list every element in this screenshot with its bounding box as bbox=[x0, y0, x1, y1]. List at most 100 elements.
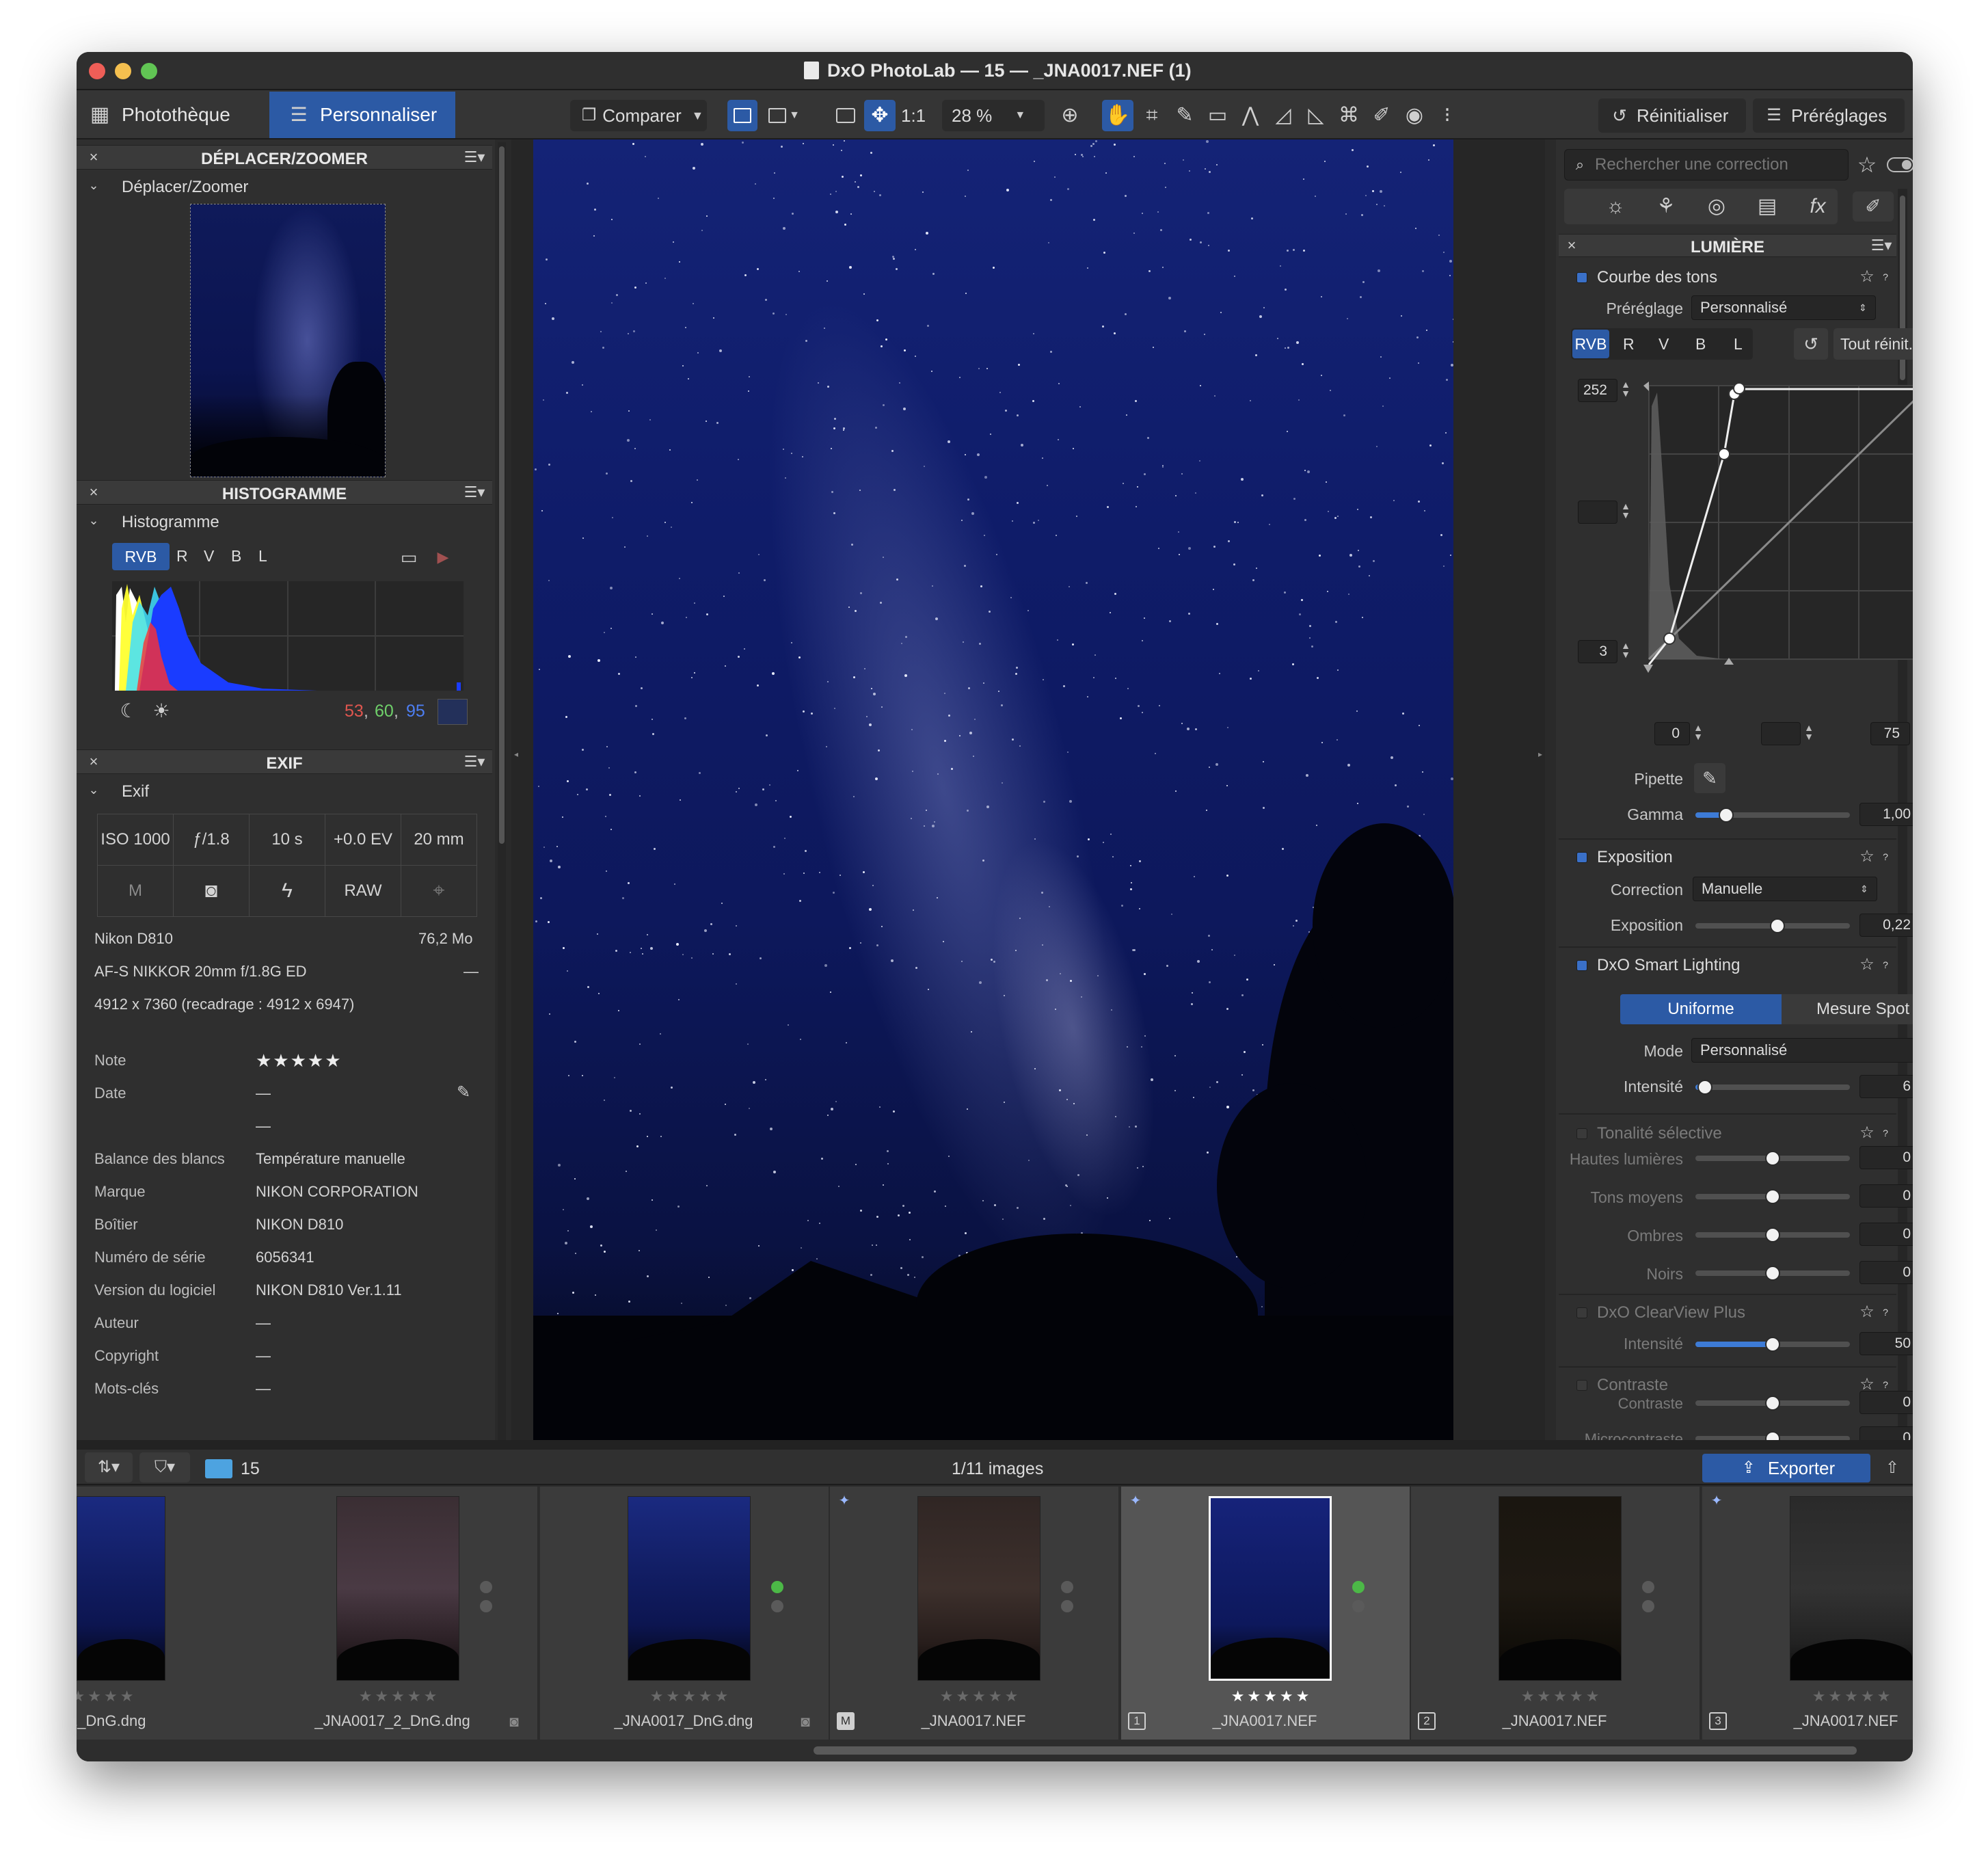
rating-stars[interactable]: ★★★★★ bbox=[256, 1050, 342, 1071]
uniform-mode-button[interactable]: Uniforme bbox=[1620, 994, 1782, 1024]
right-panel-collapse-handle[interactable]: ▸ bbox=[1538, 749, 1544, 760]
mask-icon[interactable]: ◺ bbox=[1300, 100, 1332, 131]
tone-input-left[interactable]: 0 bbox=[1654, 722, 1690, 745]
left-panel-collapse-handle[interactable]: ◂ bbox=[514, 749, 520, 760]
tone-input-mid[interactable] bbox=[1761, 722, 1801, 745]
pipette-icon[interactable]: ✎ bbox=[1694, 763, 1725, 793]
zoom-in-icon[interactable]: ⊕ bbox=[1054, 100, 1086, 131]
help-icon[interactable]: ? bbox=[1879, 1374, 1892, 1395]
intensity-slider[interactable] bbox=[1695, 1084, 1850, 1090]
histogram-channel-v[interactable]: V bbox=[204, 547, 214, 565]
filmstrip-item[interactable]: ✦ ★★★★★ 1 _JNA0017.NEF bbox=[1121, 1487, 1411, 1740]
selective-tone-value[interactable]: 0 bbox=[1859, 1261, 1913, 1284]
minimize-window-button[interactable] bbox=[115, 63, 131, 79]
transform-icon[interactable]: ⌘ bbox=[1333, 100, 1365, 131]
chevron-down-icon[interactable]: ⌄ bbox=[83, 780, 104, 800]
menu-icon[interactable]: ☰▾ bbox=[1866, 234, 1896, 257]
star-outline-icon[interactable]: ☆ bbox=[1857, 1302, 1877, 1322]
selective-tone-slider-knob[interactable] bbox=[1765, 1227, 1780, 1242]
reset-button[interactable]: ↺ Réinitialiser bbox=[1598, 98, 1746, 133]
tone-channel-r[interactable]: R bbox=[1623, 335, 1635, 354]
clearview-title[interactable]: DxO ClearView Plus bbox=[1597, 1303, 1745, 1322]
local-adjust-icon[interactable]: ◿ bbox=[1267, 100, 1299, 131]
filmstrip-rating[interactable]: ★★★★★ bbox=[1771, 1688, 1913, 1705]
menu-icon[interactable]: ☰▾ bbox=[459, 749, 489, 774]
gamma-value[interactable]: 1,00 bbox=[1859, 803, 1913, 826]
selective-tone-checkbox[interactable] bbox=[1576, 1128, 1587, 1139]
left-scrollbar[interactable] bbox=[498, 142, 506, 1441]
filmstrip-thumbnail[interactable] bbox=[1499, 1496, 1622, 1681]
intensity-slider-knob[interactable] bbox=[1697, 1080, 1712, 1095]
filmstrip-rating[interactable]: ★★★★★ bbox=[317, 1688, 481, 1705]
compare-button[interactable]: ❐ Comparer ▼ bbox=[570, 100, 707, 131]
tone-curve-checkbox[interactable] bbox=[1576, 272, 1587, 283]
histogram-channel-rvb[interactable]: RVB bbox=[112, 543, 170, 570]
move-tool-icon[interactable]: ✥ bbox=[864, 100, 896, 131]
exposure-slider-knob[interactable] bbox=[1770, 918, 1785, 933]
help-icon[interactable]: ? bbox=[1879, 267, 1892, 287]
filmstrip-thumbnail[interactable] bbox=[628, 1496, 751, 1681]
dotted-frame-icon[interactable]: ⁝ bbox=[1432, 100, 1463, 131]
filmstrip-item[interactable]: ★★★★★ ◙ _JNA0017_DnG.dng bbox=[540, 1487, 830, 1740]
share-icon[interactable]: ⇧ bbox=[1879, 1454, 1906, 1482]
crop-icon[interactable]: ⌗ bbox=[1136, 100, 1168, 131]
selective-tone-value[interactable]: 0 bbox=[1859, 1223, 1913, 1246]
fit-view-button[interactable] bbox=[830, 100, 861, 131]
toggle-icon[interactable] bbox=[1887, 157, 1913, 172]
mode-select[interactable]: Personnalisé⇕ bbox=[1691, 1038, 1913, 1063]
sort-icon[interactable]: ⇅▾ bbox=[85, 1452, 133, 1482]
star-outline-icon[interactable]: ☆ bbox=[1850, 149, 1884, 181]
smart-lighting-title[interactable]: DxO Smart Lighting bbox=[1597, 956, 1740, 975]
star-outline-icon[interactable]: ☆ bbox=[1857, 1123, 1877, 1143]
effects-palette-icon[interactable]: fx bbox=[1802, 191, 1833, 222]
selective-tone-value[interactable]: 0 bbox=[1859, 1146, 1913, 1169]
menu-icon[interactable]: ☰▾ bbox=[459, 480, 489, 505]
pencil-icon[interactable]: ✎ bbox=[451, 1080, 476, 1105]
tone-channel-v[interactable]: V bbox=[1658, 335, 1669, 354]
single-view-button[interactable] bbox=[727, 100, 757, 131]
main-photo[interactable] bbox=[533, 139, 1453, 1440]
help-icon[interactable]: ? bbox=[1879, 847, 1892, 867]
tab-customize[interactable]: ☰ Personnaliser bbox=[269, 92, 455, 138]
stepper-icon[interactable]: ▲ ▼ bbox=[1620, 501, 1631, 520]
monitor-icon[interactable]: ▭ bbox=[395, 544, 422, 570]
clearview-slider-knob[interactable] bbox=[1765, 1337, 1780, 1352]
filter-icon[interactable]: ⛉▾ bbox=[139, 1452, 190, 1482]
stepper-icon[interactable]: ▲ ▼ bbox=[1620, 380, 1631, 398]
smart-lighting-checkbox[interactable] bbox=[1576, 960, 1587, 971]
filmstrip-thumbnail[interactable] bbox=[1209, 1496, 1332, 1681]
sun-icon[interactable]: ☀ bbox=[148, 697, 175, 725]
tone-channel-b[interactable]: B bbox=[1695, 335, 1706, 354]
folder-name[interactable]: 15 bbox=[241, 1459, 260, 1479]
tone-input-right[interactable]: 75 bbox=[1870, 722, 1910, 745]
navigator-thumbnail[interactable] bbox=[190, 204, 386, 477]
clearview-checkbox[interactable] bbox=[1576, 1307, 1587, 1318]
split-view-button[interactable]: ▼ bbox=[762, 100, 809, 131]
horizon-icon[interactable]: ▭ bbox=[1202, 100, 1233, 131]
histogram-channel-r[interactable]: R bbox=[176, 547, 188, 565]
stepper-icon[interactable]: ▲ ▼ bbox=[1693, 723, 1704, 741]
star-outline-icon[interactable]: ☆ bbox=[1857, 847, 1877, 867]
help-icon[interactable]: ? bbox=[1879, 1123, 1892, 1143]
filmstrip-thumbnail[interactable] bbox=[336, 1496, 459, 1681]
star-outline-icon[interactable]: ☆ bbox=[1857, 955, 1877, 975]
selective-tone-title[interactable]: Tonalité sélective bbox=[1597, 1124, 1722, 1143]
correction-search[interactable]: ⌕ bbox=[1564, 149, 1849, 181]
undo-icon[interactable]: ↺ bbox=[1794, 328, 1828, 360]
hand-tool-icon[interactable]: ✋ bbox=[1102, 100, 1133, 131]
intensity-value[interactable]: 6 bbox=[1859, 1075, 1913, 1098]
eyedropper-icon[interactable]: ✎ bbox=[1169, 100, 1200, 131]
menu-icon[interactable]: ☰▾ bbox=[459, 145, 489, 170]
one-to-one-button[interactable]: 1:1 bbox=[901, 105, 926, 127]
contrast-title[interactable]: Contraste bbox=[1597, 1376, 1668, 1395]
gamut-warning-icon[interactable]: ▶ bbox=[429, 544, 457, 570]
tone-preset-select[interactable]: Personnalisé ⇕ bbox=[1691, 295, 1876, 320]
tone-channel-l[interactable]: L bbox=[1734, 335, 1743, 354]
stepper-icon[interactable]: ▲ ▼ bbox=[1803, 723, 1814, 741]
stepper-icon[interactable]: ▲ ▼ bbox=[1620, 641, 1631, 659]
tone-channel-rvb[interactable]: RVB bbox=[1572, 330, 1609, 358]
local-palette-icon[interactable]: ✐ bbox=[1853, 191, 1894, 222]
detail-palette-icon[interactable]: ◎ bbox=[1701, 191, 1732, 222]
close-window-button[interactable] bbox=[89, 63, 105, 79]
star-outline-icon[interactable]: ☆ bbox=[1857, 1374, 1877, 1395]
